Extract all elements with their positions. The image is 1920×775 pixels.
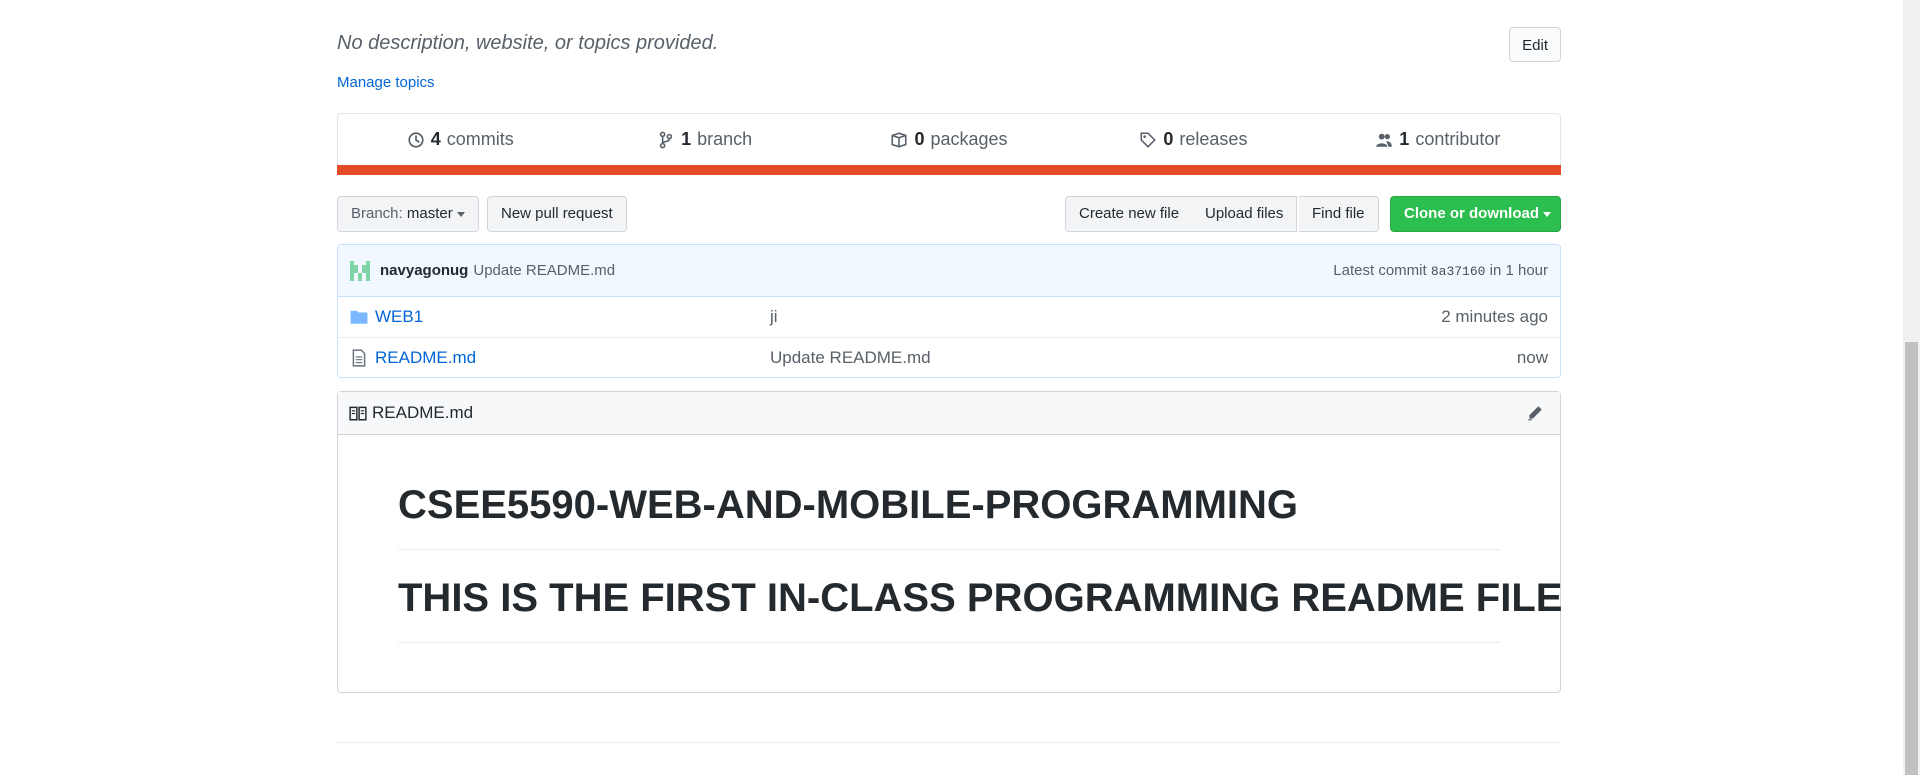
readme-header: README.md <box>338 392 1560 435</box>
vertical-scrollbar[interactable] <box>1903 0 1920 775</box>
people-icon <box>1376 133 1393 147</box>
commits-stat[interactable]: 4 commits <box>338 129 582 150</box>
readme-title: README.md <box>372 403 474 422</box>
commit-author[interactable]: navyagonug <box>380 262 468 279</box>
commit-sha[interactable]: 8a37160 <box>1431 264 1486 279</box>
readme-heading: THIS IS THE FIRST IN-CLASS PROGRAMMING R… <box>398 574 1562 643</box>
branch-name: master <box>406 205 453 222</box>
branch-count: 1 <box>681 129 692 149</box>
releases-stat[interactable]: 0 releases <box>1071 129 1315 150</box>
clone-or-download-button[interactable]: Clone or download <box>1390 196 1561 232</box>
edit-description-button[interactable]: Edit <box>1509 27 1561 62</box>
file-name[interactable]: WEB1 <box>375 307 770 327</box>
upload-files-button[interactable]: Upload files <box>1192 196 1298 232</box>
file-age: 2 minutes ago <box>1441 307 1548 326</box>
branch-stat[interactable]: 1 branch <box>582 129 826 150</box>
git-branch-icon <box>659 131 673 148</box>
commits-label: commits <box>446 129 514 149</box>
contributor-label: contributor <box>1415 129 1501 149</box>
branch-label: branch <box>697 129 753 149</box>
manage-topics-link[interactable]: Manage topics <box>337 74 435 91</box>
repo-description: No description, website, or topics provi… <box>337 32 719 54</box>
repo-stats-bar: 4 commits 1 branch 0 packages 0 releases… <box>337 113 1561 175</box>
latest-commit-info: Latest commit 8a37160 in 1 hour <box>1333 262 1548 279</box>
contributor-count: 1 <box>1399 129 1410 149</box>
scrollbar-thumb[interactable] <box>1905 342 1918 775</box>
commit-message[interactable]: Update README.md <box>473 262 615 279</box>
file-row[interactable]: WEB1 ji 2 minutes ago <box>338 297 1560 337</box>
clone-label: Clone or download <box>1404 205 1539 222</box>
readme-heading: CSEE5590-WEB-AND-MOBILE-PROGRAMMING <box>398 481 1500 550</box>
releases-label: releases <box>1179 129 1248 149</box>
file-table: navyagonug Update README.md Latest commi… <box>337 244 1561 378</box>
create-new-file-button[interactable]: Create new file <box>1065 196 1194 232</box>
avatar[interactable] <box>350 260 370 281</box>
history-icon <box>408 131 424 148</box>
file-name[interactable]: README.md <box>375 348 770 368</box>
latest-commit-prefix: Latest commit <box>1333 262 1427 279</box>
caret-down-icon <box>456 211 465 217</box>
book-icon <box>349 406 367 421</box>
branch-prefix: Branch: <box>351 205 403 222</box>
readme-panel: README.md CSEE5590-WEB-AND-MOBILE-PROGRA… <box>337 391 1562 693</box>
file-commit-message[interactable]: ji <box>770 307 1441 327</box>
caret-down-icon <box>1543 211 1551 217</box>
language-bar[interactable] <box>337 165 1561 175</box>
package-icon <box>891 131 908 148</box>
file-row[interactable]: README.md Update README.md now <box>338 337 1560 377</box>
find-file-button[interactable]: Find file <box>1299 196 1379 232</box>
divider <box>337 742 1561 743</box>
branch-select-button[interactable]: Branch: master <box>337 196 479 232</box>
file-icon <box>352 348 366 367</box>
new-pull-request-button[interactable]: New pull request <box>487 196 627 232</box>
releases-count: 0 <box>1163 129 1174 149</box>
commit-age: in 1 hour <box>1489 262 1548 279</box>
latest-commit-bar: navyagonug Update README.md Latest commi… <box>338 245 1560 297</box>
readme-body: CSEE5590-WEB-AND-MOBILE-PROGRAMMING THIS… <box>338 481 1562 643</box>
pencil-icon[interactable] <box>1526 404 1544 422</box>
commits-count: 4 <box>430 129 441 149</box>
packages-stat[interactable]: 0 packages <box>827 129 1071 150</box>
packages-label: packages <box>930 129 1008 149</box>
file-age: now <box>1516 347 1548 367</box>
contributors-stat[interactable]: 1 contributor <box>1316 129 1560 150</box>
file-commit-message[interactable]: Update README.md <box>770 348 1517 368</box>
folder-icon <box>350 310 368 324</box>
packages-count: 0 <box>914 129 925 149</box>
tag-icon <box>1140 131 1157 148</box>
